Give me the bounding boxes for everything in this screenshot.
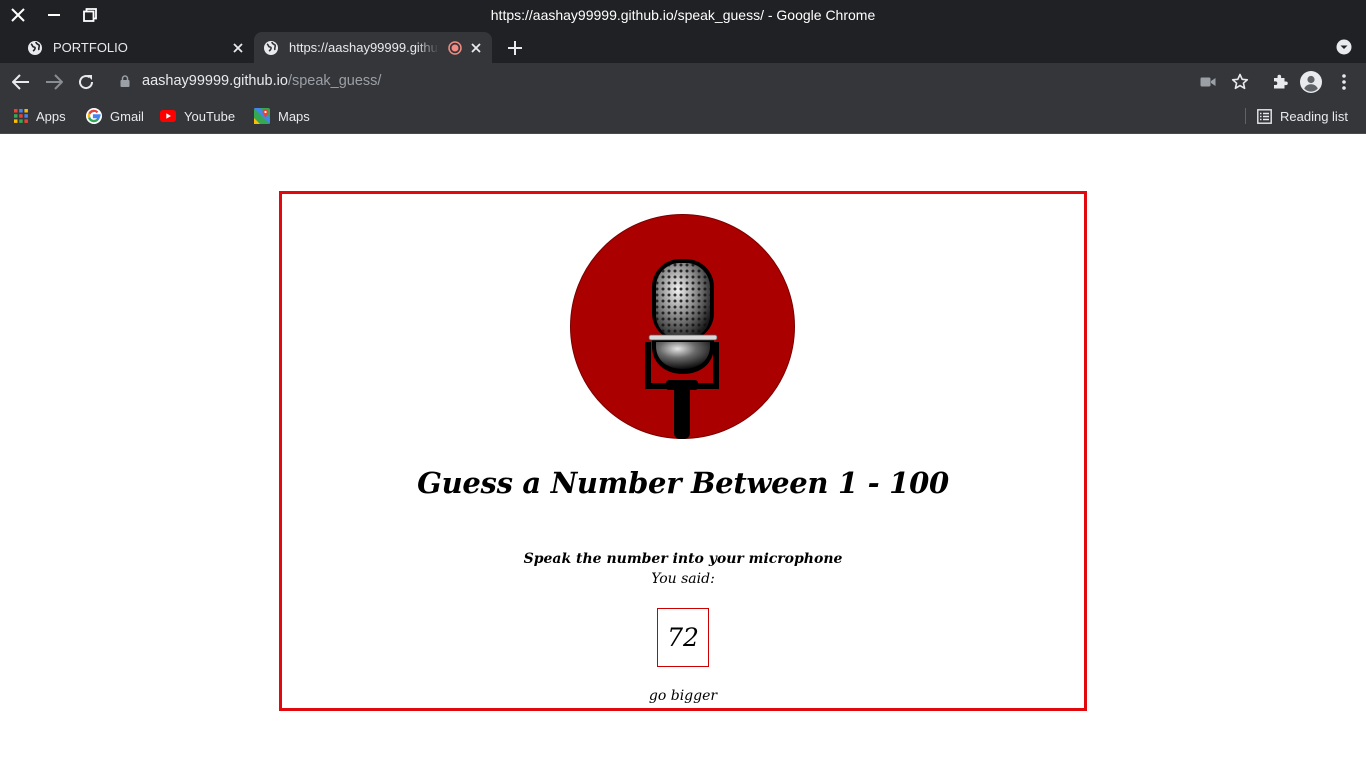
- apps-grid-icon: [14, 109, 28, 123]
- arrow-right-icon: [46, 74, 63, 90]
- tab-label: PORTFOLIO: [53, 40, 128, 55]
- close-icon: [233, 43, 243, 53]
- address-bar[interactable]: aashay99999.github.io/speak_guess/: [106, 66, 1226, 97]
- game-card: Guess a Number Between 1 - 100 Speak the…: [279, 191, 1087, 711]
- tab-search-button[interactable]: [1334, 37, 1354, 57]
- video-camera-icon: [1200, 77, 1216, 87]
- browser-toolbar: aashay99999.github.io/speak_guess/: [0, 63, 1366, 100]
- globe-icon: [264, 41, 278, 55]
- forward-button[interactable]: [43, 71, 65, 93]
- url-path: /speak_guess/: [287, 73, 382, 89]
- tab-close-button[interactable]: [230, 40, 246, 56]
- bookmarks-separator: [1245, 108, 1246, 124]
- window-title: https://aashay99999.github.io/speak_gues…: [490, 7, 876, 23]
- chevron-down-circle-icon: [1336, 39, 1352, 55]
- reload-button[interactable]: [75, 71, 97, 93]
- spoken-number-box: 72: [657, 608, 709, 667]
- plus-icon: [508, 41, 522, 55]
- close-icon: [471, 43, 481, 53]
- bookmark-star-button[interactable]: [1229, 71, 1251, 93]
- microphone-icon: [570, 214, 795, 439]
- bookmark-gmail[interactable]: Gmail: [86, 106, 144, 126]
- maps-icon: [254, 108, 270, 124]
- tab-strip: PORTFOLIO https://aashay99999.github.io/…: [0, 30, 1366, 63]
- url-host: aashay99999.github.io: [142, 73, 288, 89]
- you-said-label: You said:: [651, 571, 715, 587]
- recording-indicator-icon: [448, 41, 462, 55]
- bookmark-label: YouTube: [184, 108, 236, 124]
- bookmark-label: Maps: [278, 108, 310, 124]
- bookmark-label: Apps: [36, 108, 66, 124]
- reading-list-label: Reading list: [1280, 108, 1348, 124]
- reading-list-button[interactable]: Reading list: [1257, 106, 1348, 126]
- youtube-icon: [160, 110, 176, 122]
- google-icon: [86, 108, 102, 124]
- chrome-menu-button[interactable]: [1333, 71, 1355, 93]
- bookmark-apps[interactable]: Apps: [14, 106, 66, 126]
- star-icon: [1231, 73, 1249, 90]
- globe-icon: [28, 41, 42, 55]
- reload-icon: [79, 75, 94, 90]
- bookmark-label: Gmail: [110, 108, 144, 124]
- camera-in-use-button[interactable]: [1197, 71, 1219, 93]
- reading-list-icon: [1257, 108, 1272, 124]
- more-vertical-icon: [1342, 74, 1346, 90]
- profile-button[interactable]: [1300, 71, 1322, 93]
- bookmark-maps[interactable]: Maps: [254, 106, 310, 126]
- instruction-text: Speak the number into your microphone: [523, 551, 843, 567]
- bookmark-youtube[interactable]: YouTube: [160, 106, 235, 126]
- tab-portfolio[interactable]: PORTFOLIO: [18, 32, 254, 63]
- new-tab-button[interactable]: [504, 38, 526, 58]
- lock-icon: [120, 75, 130, 87]
- url-text: aashay99999.github.io/speak_guess/: [142, 73, 381, 89]
- extensions-button[interactable]: [1269, 71, 1291, 93]
- tab-label: https://aashay99999.github.io/speak_gues…: [289, 40, 439, 55]
- tab-speak-guess[interactable]: https://aashay99999.github.io/speak_gues…: [254, 32, 492, 63]
- window-title-bar: https://aashay99999.github.io/speak_gues…: [0, 0, 1366, 30]
- arrow-left-icon: [12, 74, 29, 90]
- puzzle-icon: [1274, 74, 1288, 89]
- tab-close-button[interactable]: [468, 40, 484, 56]
- hint-text: go bigger: [648, 688, 718, 704]
- avatar-icon: [1300, 71, 1322, 93]
- back-button[interactable]: [10, 71, 32, 93]
- microphone-logo: [570, 214, 795, 439]
- bookmarks-bar: Apps Gmail YouTube Maps Reading list: [0, 100, 1366, 134]
- page-title: Guess a Number Between 1 - 100: [417, 466, 949, 500]
